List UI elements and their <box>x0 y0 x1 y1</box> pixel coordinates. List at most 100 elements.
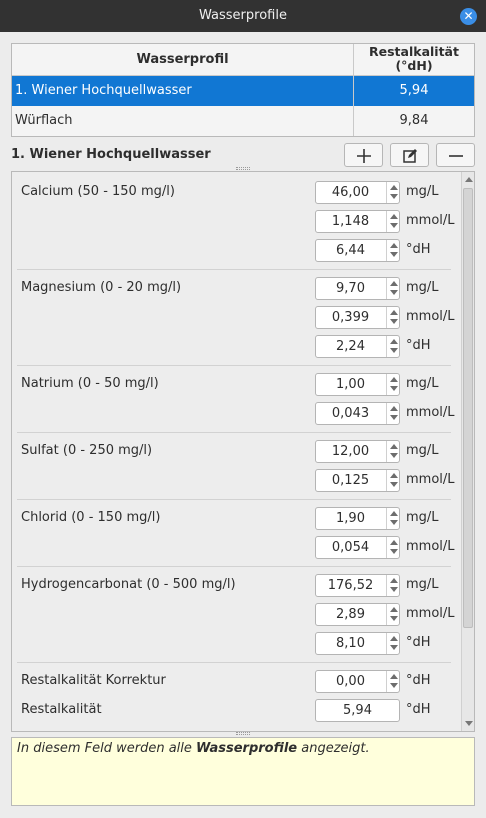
spin-arrows[interactable] <box>386 374 400 395</box>
spin-up-icon[interactable] <box>390 444 398 449</box>
magnesium-mg-spinbox[interactable]: 9,70 <box>315 277 400 300</box>
remove-profile-button[interactable] <box>436 143 475 167</box>
spin-up-icon[interactable] <box>390 281 398 286</box>
spin-up-icon[interactable] <box>390 243 398 248</box>
chlorid-mmol-spinbox[interactable]: 0,054 <box>315 536 400 559</box>
spin-arrows[interactable] <box>386 633 400 654</box>
spin-arrows[interactable] <box>386 537 400 558</box>
spin-down-icon[interactable] <box>390 453 398 458</box>
spin-up-icon[interactable] <box>390 511 398 516</box>
scrollbar-thumb[interactable] <box>463 188 473 628</box>
spin-arrows[interactable] <box>386 575 400 596</box>
spin-arrows[interactable] <box>386 441 400 462</box>
spin-up-icon[interactable] <box>390 339 398 344</box>
natrium-mg-spinbox[interactable]: 1,00 <box>315 373 400 396</box>
spin-down-icon[interactable] <box>390 587 398 592</box>
magnesium-mmol-spinbox[interactable]: 0,399 <box>315 306 400 329</box>
sulfat-mg-spinbox[interactable]: 12,00 <box>315 440 400 463</box>
table-cell-name: Würflach <box>12 106 354 136</box>
spin-arrows[interactable] <box>386 336 400 357</box>
spin-arrows[interactable] <box>386 278 400 299</box>
spin-down-icon[interactable] <box>390 319 398 324</box>
spin-arrows[interactable] <box>386 403 400 424</box>
spin-up-icon[interactable] <box>390 607 398 612</box>
table-row[interactable]: 1. Wiener Hochquellwasser 5,94 <box>12 76 474 106</box>
splitter-handle[interactable] <box>236 732 250 735</box>
splitter-handle[interactable] <box>236 167 250 170</box>
korrektur-value: 0,00 <box>336 674 365 689</box>
calcium-mmol-spinbox[interactable]: 1,148 <box>315 210 400 233</box>
info-text-post: angezeigt. <box>297 741 370 756</box>
spin-arrows[interactable] <box>386 211 400 232</box>
spin-down-icon[interactable] <box>390 645 398 650</box>
unit-mg: mg/L <box>406 376 439 391</box>
spin-up-icon[interactable] <box>390 310 398 315</box>
unit-dh: °dH <box>406 635 431 650</box>
scroll-up-icon[interactable] <box>465 177 473 182</box>
add-profile-button[interactable] <box>344 143 383 167</box>
column-header-restalkalitaet[interactable]: Restalkalität (°dH) <box>354 45 474 75</box>
table-cell-value: 9,84 <box>399 113 429 128</box>
spin-arrows[interactable] <box>386 671 400 692</box>
calcium-dh-value: 6,44 <box>336 243 365 258</box>
hydrogencarbonat-mmol-spinbox[interactable]: 2,89 <box>315 603 400 626</box>
spin-down-icon[interactable] <box>390 549 398 554</box>
korrektur-spinbox[interactable]: 0,00 <box>315 670 400 693</box>
chlorid-label: Chlorid (0 - 150 mg/l) <box>21 510 161 525</box>
spin-arrows[interactable] <box>386 604 400 625</box>
close-icon[interactable]: ✕ <box>460 8 477 25</box>
spin-up-icon[interactable] <box>390 636 398 641</box>
spin-up-icon[interactable] <box>390 185 398 190</box>
column-header-wasserprofil[interactable]: Wasserprofil <box>12 44 354 75</box>
natrium-mg-value: 1,00 <box>336 377 365 392</box>
spin-arrows[interactable] <box>386 470 400 491</box>
spin-down-icon[interactable] <box>390 386 398 391</box>
spin-up-icon[interactable] <box>390 674 398 679</box>
calcium-dh-spinbox[interactable]: 6,44 <box>315 239 400 262</box>
window-title: Wasserprofile <box>199 8 287 23</box>
table-row[interactable]: Würflach 9,84 <box>12 106 474 136</box>
divider <box>17 269 451 270</box>
sulfat-mmol-spinbox[interactable]: 0,125 <box>315 469 400 492</box>
spin-down-icon[interactable] <box>390 194 398 199</box>
spin-down-icon[interactable] <box>390 252 398 257</box>
hydrogencarbonat-mg-spinbox[interactable]: 176,52 <box>315 574 400 597</box>
spin-up-icon[interactable] <box>390 540 398 545</box>
spin-up-icon[interactable] <box>390 214 398 219</box>
spin-arrows[interactable] <box>386 240 400 261</box>
edit-profile-button[interactable] <box>390 143 429 167</box>
sulfat-label: Sulfat (0 - 250 mg/l) <box>21 443 153 458</box>
calcium-mg-spinbox[interactable]: 46,00 <box>315 181 400 204</box>
edit-icon <box>403 149 417 163</box>
spin-arrows[interactable] <box>386 307 400 328</box>
unit-mmol: mmol/L <box>406 213 455 228</box>
natrium-mmol-spinbox[interactable]: 0,043 <box>315 402 400 425</box>
magnesium-dh-spinbox[interactable]: 2,24 <box>315 335 400 358</box>
hydrogencarbonat-mmol-value: 2,89 <box>336 607 365 622</box>
scroll-down-icon[interactable] <box>465 721 473 726</box>
magnesium-label: Magnesium (0 - 20 mg/l) <box>21 280 182 295</box>
spin-up-icon[interactable] <box>390 473 398 478</box>
spin-down-icon[interactable] <box>390 683 398 688</box>
chlorid-mmol-row: 0,054 mmol/L <box>12 536 462 560</box>
spin-arrows[interactable] <box>386 508 400 529</box>
restalkalitaet-field[interactable]: 5,94 <box>315 699 400 722</box>
spin-up-icon[interactable] <box>390 578 398 583</box>
chlorid-mg-spinbox[interactable]: 1,90 <box>315 507 400 530</box>
korrektur-label: Restalkalität Korrektur <box>21 673 166 688</box>
calcium-mmol-value: 1,148 <box>331 214 370 229</box>
spin-down-icon[interactable] <box>390 415 398 420</box>
vertical-scrollbar[interactable] <box>461 172 474 731</box>
info-box: In diesem Feld werden alle Wasserprofile… <box>11 737 475 806</box>
spin-down-icon[interactable] <box>390 290 398 295</box>
spin-down-icon[interactable] <box>390 482 398 487</box>
ion-values-panel: Calcium (50 - 150 mg/l) 46,00 mg/L 1,148… <box>11 171 475 732</box>
spin-down-icon[interactable] <box>390 616 398 621</box>
spin-down-icon[interactable] <box>390 520 398 525</box>
spin-up-icon[interactable] <box>390 377 398 382</box>
spin-arrows[interactable] <box>386 182 400 203</box>
spin-down-icon[interactable] <box>390 348 398 353</box>
spin-down-icon[interactable] <box>390 223 398 228</box>
hydrogencarbonat-dh-spinbox[interactable]: 8,10 <box>315 632 400 655</box>
spin-up-icon[interactable] <box>390 406 398 411</box>
